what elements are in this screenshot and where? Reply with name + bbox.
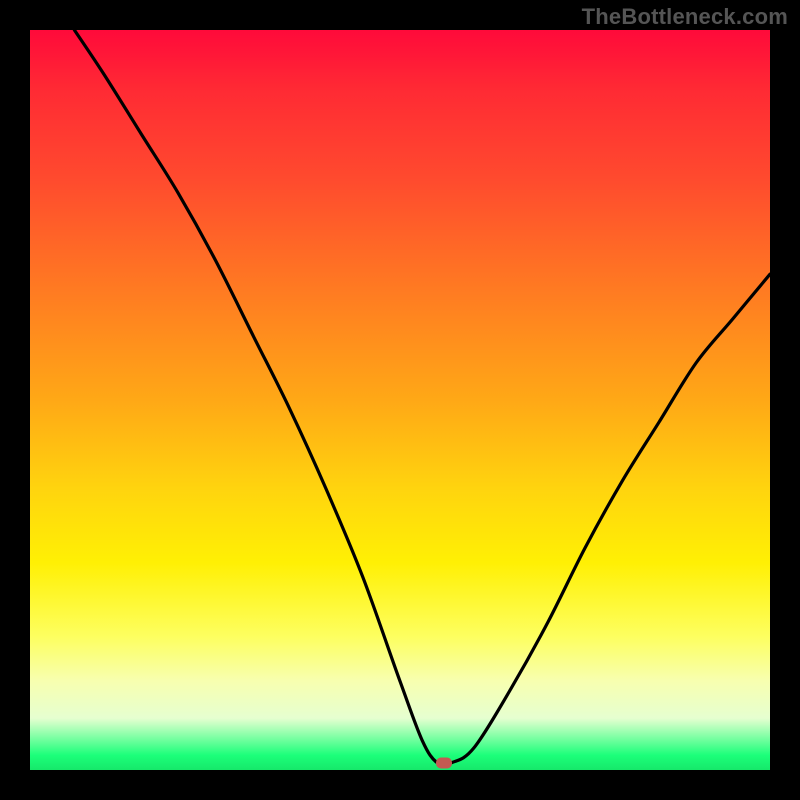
optimal-point-marker <box>436 757 452 768</box>
chart-frame: TheBottleneck.com <box>0 0 800 800</box>
plot-area <box>30 30 770 770</box>
bottleneck-curve <box>30 30 770 770</box>
watermark-text: TheBottleneck.com <box>582 4 788 30</box>
curve-path <box>74 30 770 765</box>
